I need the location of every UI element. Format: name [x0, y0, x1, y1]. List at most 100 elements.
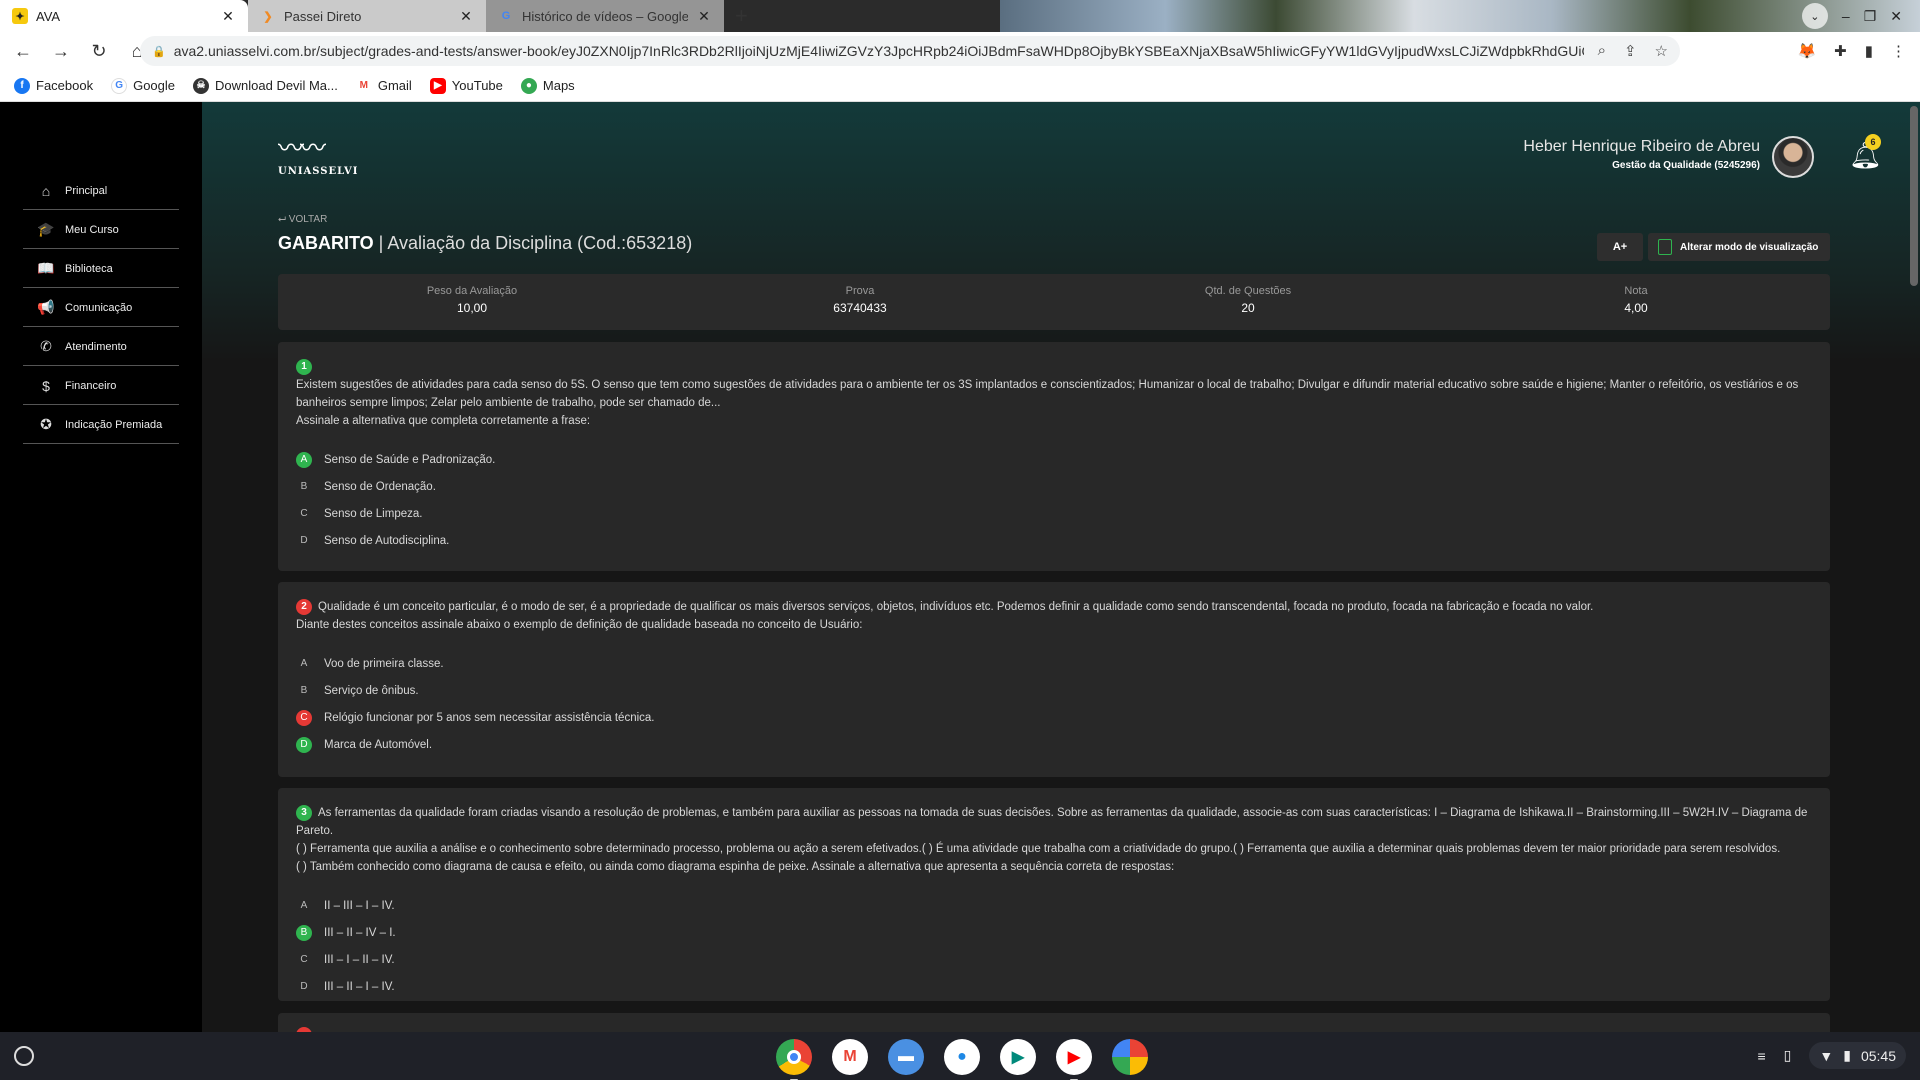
new-tab-icon[interactable]: + — [735, 3, 748, 29]
bookmark-gmail[interactable]: M Gmail — [355, 77, 412, 94]
graduation-cap-icon: 🎓 — [37, 221, 55, 237]
chat-icon[interactable]: ● — [944, 1039, 980, 1075]
sidebar: ⌂ Principal 🎓 Meu Curso 📖 Biblioteca 📢 Comun… — [0, 102, 202, 1032]
notifications-bell-icon[interactable]: 🔔︎ 6 — [1849, 134, 1882, 171]
font-size-button[interactable]: A+ — [1597, 233, 1643, 261]
reload-icon[interactable]: ↻ — [84, 41, 114, 62]
alternative-letter: B — [300, 685, 308, 696]
sidebar-item-indicacao-premiada[interactable]: ✪ Indicação Premiada — [23, 406, 179, 444]
alternative-c[interactable]: C Relógio funcionar por 5 anos sem necess… — [296, 704, 1812, 731]
sidebar-item-atendimento[interactable]: ✆ Atendimento — [23, 328, 179, 366]
user-name: Heber Henrique Ribeiro de Abreu — [1523, 138, 1760, 155]
close-tab-icon[interactable]: ✕ — [696, 8, 712, 25]
megaphone-icon: 📢 — [37, 299, 55, 315]
puzzle-extensions-icon[interactable]: ✚ — [1834, 42, 1847, 60]
wifi-icon: ▼ — [1819, 1047, 1834, 1064]
lock-icon[interactable]: 🔒 — [152, 45, 166, 58]
bookmark-star-icon[interactable]: ☆ — [1655, 42, 1668, 60]
avatar[interactable] — [1772, 136, 1814, 178]
page-scrollbar[interactable] — [1910, 106, 1918, 286]
stat-qtd-questoes: Qtd. de Questões 20 — [1054, 274, 1442, 330]
bookmark-maps[interactable]: ● Maps — [520, 77, 575, 94]
zoom-icon[interactable]: ⌕ — [1598, 42, 1606, 60]
kebab-menu-icon[interactable]: ⋮ — [1891, 42, 1906, 60]
uniasselvi-logo[interactable]: 〰〰 UNIASSELVI — [278, 135, 357, 186]
chrome-icon[interactable] — [776, 1039, 812, 1080]
stat-prova: Prova 63740433 — [666, 274, 1054, 330]
bookmark-label: Maps — [542, 78, 575, 93]
stat-value: 10,00 — [456, 301, 488, 315]
alternative-c[interactable]: C III – I – II – IV. — [296, 946, 1812, 973]
question-line: ( ) Ferramenta que auxilia a análise e o… — [296, 843, 1781, 855]
alternative-text: Relógio funcionar por 5 anos sem necessi… — [324, 711, 655, 724]
google-favicon-icon: G — [501, 10, 511, 22]
bookmark-google[interactable]: G Google — [111, 77, 175, 94]
meet-icon[interactable]: ▶ — [1000, 1039, 1036, 1075]
view-mode-icon — [1658, 239, 1672, 255]
stat-label: Prova — [845, 285, 875, 297]
youtube-icon[interactable]: ▶ — [1056, 1039, 1092, 1080]
bookmarks-bar: f Facebook G Google ☠ Download Devil Ma... … — [0, 70, 1920, 102]
alternative-a[interactable]: A Voo de primeira classe. — [296, 650, 1812, 677]
sidebar-item-label: Financeiro — [65, 379, 117, 392]
bookmark-download-devil[interactable]: ☠ Download Devil Ma... — [193, 77, 338, 94]
sidebar-item-biblioteca[interactable]: 📖 Biblioteca — [23, 250, 179, 288]
system-tray[interactable]: ≡ ▯ ▼ ▮ 05:45 — [1757, 1042, 1906, 1069]
sidebar-item-label: Atendimento — [65, 340, 127, 353]
close-window-icon[interactable]: ✕ — [1890, 8, 1902, 25]
sidebar-item-meu-curso[interactable]: 🎓 Meu Curso — [23, 211, 179, 249]
stat-value: 63740433 — [833, 301, 887, 315]
alternative-c[interactable]: C Senso de Limpeza. — [296, 500, 1812, 527]
alternative-a[interactable]: A Senso de Saúde e Padronização. — [296, 446, 1812, 473]
passei-direto-favicon-icon: ❯ — [263, 10, 273, 23]
side-panel-icon[interactable]: ▮ — [1865, 42, 1873, 60]
share-icon[interactable]: ⇪ — [1624, 42, 1637, 60]
alternative-d[interactable]: D III – II – I – IV. — [296, 973, 1812, 1000]
change-view-mode-button[interactable]: Alterar modo de visualização — [1648, 233, 1830, 261]
alternative-b[interactable]: B Senso de Ordenação. — [296, 473, 1812, 500]
sidebar-item-comunicacao[interactable]: 📢 Comunicação — [23, 289, 179, 327]
tab-passei-direto[interactable]: ❯ Passei Direto ✕ — [248, 0, 486, 32]
alternative-text: Serviço de ônibus. — [324, 684, 419, 697]
alternative-b[interactable]: B Serviço de ônibus. — [296, 677, 1812, 704]
user-info: Heber Henrique Ribeiro de Abreu Gestão d… — [1523, 138, 1760, 171]
files-icon[interactable]: ▬ — [888, 1039, 924, 1075]
launcher-icon[interactable] — [14, 1046, 34, 1066]
tab-search-icon[interactable]: ⌄ — [1801, 3, 1828, 29]
question-text: 3 As ferramentas da qualidade foram criad… — [296, 804, 1812, 876]
sidebar-item-label: Biblioteca — [65, 262, 113, 275]
bookmark-facebook[interactable]: f Facebook — [14, 77, 93, 94]
sidebar-item-financeiro[interactable]: $ Financeiro — [23, 367, 179, 405]
clock: 05:45 — [1860, 1047, 1896, 1064]
user-course: Gestão da Qualidade (5245296) — [1612, 160, 1760, 171]
sidebar-item-principal[interactable]: ⌂ Principal — [23, 172, 179, 210]
forward-icon[interactable]: → — [46, 41, 76, 62]
alternative-a[interactable]: A II – III – I – IV. — [296, 892, 1812, 919]
alternative-d[interactable]: D Senso de Autodisciplina. — [296, 527, 1812, 554]
stat-value: 20 — [1241, 301, 1255, 315]
status-area[interactable]: ▼ ▮ 05:45 — [1809, 1042, 1906, 1069]
alternatives-list: A II – III – I – IV. B III – II – IV – I. … — [296, 892, 1812, 1000]
alternative-letter: A — [300, 658, 308, 669]
gmail-icon[interactable]: M — [832, 1039, 868, 1075]
playlist-icon[interactable]: ≡ — [1757, 1048, 1765, 1064]
tab-ava[interactable]: ✦ AVA ✕ — [0, 0, 248, 32]
desktop-wallpaper — [1000, 0, 1920, 32]
restore-icon[interactable]: ❐ — [1864, 8, 1877, 25]
url-text[interactable]: ava2.uniasselvi.com.br/subject/grades-an… — [174, 43, 1584, 59]
alternative-d[interactable]: D Marca de Automóvel. — [296, 731, 1812, 758]
tab-historico[interactable]: G Histórico de vídeos – Google ✕ — [486, 0, 724, 32]
minimize-icon[interactable]: – — [1842, 8, 1850, 24]
close-tab-icon[interactable]: ✕ — [458, 8, 474, 25]
close-tab-icon[interactable]: ✕ — [220, 8, 236, 25]
phone-hub-icon[interactable]: ▯ — [1784, 1047, 1792, 1064]
bookmark-youtube[interactable]: ▶ YouTube — [429, 77, 503, 94]
alternative-b[interactable]: B III – II – IV – I. — [296, 919, 1812, 946]
back-icon[interactable]: ← — [8, 41, 38, 62]
question-card-3: 3 As ferramentas da qualidade foram criad… — [278, 788, 1830, 1001]
metamask-extension-icon[interactable]: 🦊 — [1797, 42, 1816, 60]
sidebar-item-label: Principal — [65, 184, 108, 197]
address-bar[interactable]: 🔒 ava2.uniasselvi.com.br/subject/grades-… — [140, 36, 1680, 66]
back-link[interactable]: ⮠ VOLTAR — [278, 214, 327, 225]
photos-icon[interactable] — [1112, 1039, 1148, 1075]
